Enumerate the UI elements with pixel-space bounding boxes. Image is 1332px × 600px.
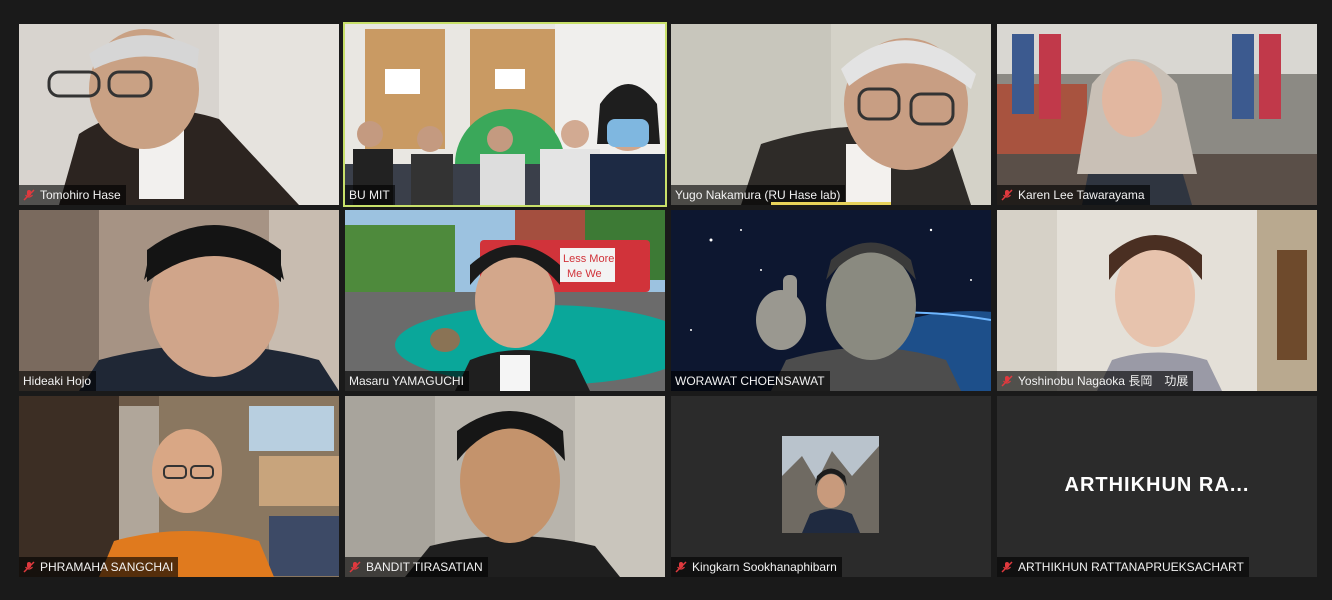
bus-sign-text-2: Me We: [567, 268, 602, 280]
video-feed: Less More Me We: [345, 210, 665, 391]
participant-name-tag: ARTHIKHUN RATTANAPRUEKSACHART: [997, 557, 1249, 577]
participant-tile-kingkarn-sookhanaphibarn[interactable]: Kingkarn Sookhanaphibarn: [671, 396, 991, 577]
participant-name: Hideaki Hojo: [23, 374, 92, 388]
microphone-muted-icon: [23, 189, 35, 201]
participant-name-tag: Yoshinobu Nagaoka 長岡 功展: [997, 371, 1194, 391]
video-feed: [19, 210, 339, 391]
participant-name: Karen Lee Tawarayama: [1018, 188, 1145, 202]
speaking-indicator: [771, 202, 891, 205]
participant-name-tag: Tomohiro Hase: [19, 185, 126, 205]
participant-tile-arthikhun-rattanaprueksachart[interactable]: ARTHIKHUN RA... ARTHIKHUN RATTANAPRUEKSA…: [997, 396, 1317, 577]
participant-tile-hideaki-hojo[interactable]: Hideaki Hojo: [19, 210, 339, 391]
participant-name-tag: PHRAMAHA SANGCHAI: [19, 557, 179, 577]
video-feed: [19, 396, 339, 577]
participant-name: PHRAMAHA SANGCHAI: [40, 560, 174, 574]
gallery-view: Tomohiro Hase BU MIT Yugo Nakamura (RU H…: [0, 0, 1332, 600]
microphone-muted-icon: [1001, 189, 1013, 201]
participant-name-tag: Hideaki Hojo: [19, 371, 97, 391]
participant-tile-worawat-choensawat[interactable]: WORAWAT CHOENSAWAT: [671, 210, 991, 391]
participant-name: WORAWAT CHOENSAWAT: [675, 374, 825, 388]
microphone-muted-icon: [675, 561, 687, 573]
video-feed: [345, 396, 665, 577]
participant-name: Tomohiro Hase: [40, 188, 121, 202]
participant-tile-yoshinobu-nagaoka[interactable]: Yoshinobu Nagaoka 長岡 功展: [997, 210, 1317, 391]
participant-display-name: ARTHIKHUN RA...: [1064, 474, 1250, 496]
participant-tile-yugo-nakamura[interactable]: Yugo Nakamura (RU Hase lab): [671, 24, 991, 205]
participant-tile-masaru-yamaguchi[interactable]: Less More Me We Masaru YAMAGUCHI: [345, 210, 665, 391]
video-feed: [671, 24, 991, 205]
participant-name-tag: Masaru YAMAGUCHI: [345, 371, 469, 391]
microphone-muted-icon: [1001, 375, 1013, 387]
participant-name: Masaru YAMAGUCHI: [349, 374, 464, 388]
participant-tile-phramaha-sangchai[interactable]: PHRAMAHA SANGCHAI: [19, 396, 339, 577]
participant-tile-bandit-tirasatian[interactable]: BANDIT TIRASATIAN: [345, 396, 665, 577]
video-feed: [345, 24, 665, 205]
video-feed: [997, 210, 1317, 391]
video-feed: [997, 24, 1317, 205]
video-feed: [19, 24, 339, 205]
participant-name-tag: BU MIT: [345, 185, 395, 205]
participant-name: Kingkarn Sookhanaphibarn: [692, 560, 837, 574]
participant-name-tag: Karen Lee Tawarayama: [997, 185, 1150, 205]
microphone-muted-icon: [1001, 561, 1013, 573]
participant-name: BU MIT: [349, 188, 390, 202]
participant-tile-bu-mit[interactable]: BU MIT: [343, 22, 667, 207]
microphone-muted-icon: [349, 561, 361, 573]
participant-tile-karen-lee-tawarayama[interactable]: Karen Lee Tawarayama: [997, 24, 1317, 205]
profile-picture: [782, 436, 879, 533]
bus-sign-text-1: Less More: [563, 253, 614, 265]
microphone-muted-icon: [23, 561, 35, 573]
participant-name-tag: BANDIT TIRASATIAN: [345, 557, 488, 577]
participant-name: Yoshinobu Nagaoka 長岡 功展: [1018, 374, 1189, 388]
video-feed: [671, 210, 991, 391]
participant-name: BANDIT TIRASATIAN: [366, 560, 483, 574]
participant-name-tag: Kingkarn Sookhanaphibarn: [671, 557, 842, 577]
participant-name-tag: WORAWAT CHOENSAWAT: [671, 371, 830, 391]
participant-tile-tomohiro-hase[interactable]: Tomohiro Hase: [19, 24, 339, 205]
participant-name: ARTHIKHUN RATTANAPRUEKSACHART: [1018, 560, 1244, 574]
